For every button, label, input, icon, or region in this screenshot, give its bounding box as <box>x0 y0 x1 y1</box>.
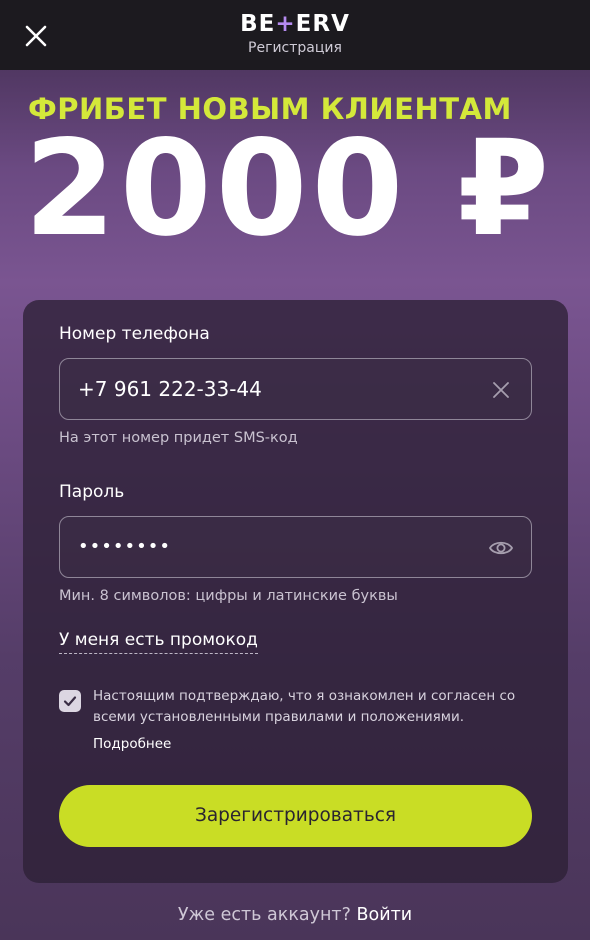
password-label: Пароль <box>59 482 125 502</box>
eye-icon[interactable] <box>487 534 515 562</box>
password-field[interactable]: •••••••• <box>59 516 532 578</box>
password-hint: Мин. 8 символов: цифры и латинские буквы <box>59 588 398 604</box>
promo-code-link[interactable]: У меня есть промокод <box>59 630 258 654</box>
phone-label: Номер телефона <box>59 324 210 344</box>
phone-field[interactable]: +7 961 222-33-44 <box>59 358 532 420</box>
brand: BE+ERV Регистрация <box>0 10 590 57</box>
consent-checkbox[interactable] <box>59 690 81 712</box>
logo-part-left: BE <box>240 11 276 37</box>
logo-plus: + <box>275 11 296 37</box>
clear-icon[interactable] <box>487 376 515 404</box>
page-subtitle: Регистрация <box>248 40 342 56</box>
consent-text: Настоящим подтверждаю, что я ознакомлен … <box>93 688 516 725</box>
registration-card: Номер телефона +7 961 222-33-44 На этот … <box>23 300 568 883</box>
footer: Уже есть аккаунт? Войти <box>0 905 590 925</box>
footer-question: Уже есть аккаунт? <box>177 905 351 925</box>
promo-amount: 2000 ₽ <box>24 112 554 266</box>
phone-hint: На этот номер придет SMS-код <box>59 430 298 446</box>
password-value: •••••••• <box>78 536 171 557</box>
check-icon <box>63 696 77 707</box>
register-button[interactable]: Зарегистрироваться <box>59 785 532 847</box>
logo-part-right: ERV <box>295 11 350 37</box>
top-bar: BE+ERV Регистрация <box>0 0 590 70</box>
brand-logo: BE+ERV <box>0 10 590 38</box>
more-link[interactable]: Подробнее <box>93 736 171 752</box>
login-link[interactable]: Войти <box>357 905 413 925</box>
phone-value: +7 961 222-33-44 <box>78 377 262 401</box>
